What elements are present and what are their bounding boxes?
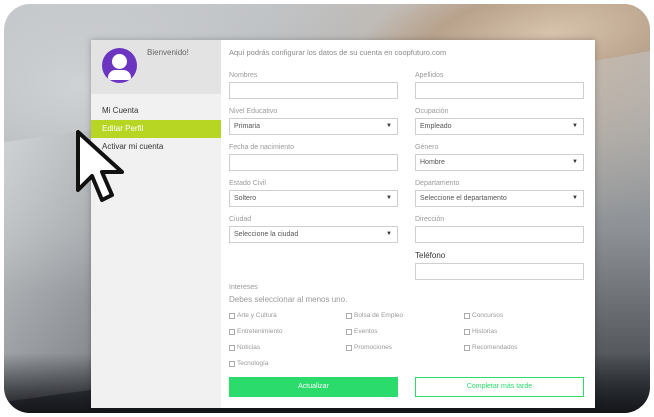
input-direccion[interactable] bbox=[415, 226, 584, 243]
interests-title: Intereses bbox=[229, 284, 258, 291]
field-fecha: Fecha de nacimiento bbox=[229, 144, 398, 171]
input-nombres[interactable] bbox=[229, 82, 398, 99]
label-fecha: Fecha de nacimiento bbox=[229, 144, 294, 151]
chevron-down-icon: ▼ bbox=[572, 123, 578, 129]
field-apellidos: Apellidos bbox=[415, 72, 584, 99]
field-departamento: Departamento Seleccione el departamento ▼ bbox=[415, 180, 584, 207]
field-estado-civil: Estado Civil Soltero ▼ bbox=[229, 180, 398, 207]
field-nivel-educativo: Nivel Educativo Primaria ▼ bbox=[229, 108, 398, 135]
label-telefono: Teléfono bbox=[415, 251, 446, 260]
checkbox-bolsa-empleo[interactable]: Bolsa de Empleo bbox=[346, 312, 403, 319]
select-genero[interactable]: Hombre ▼ bbox=[415, 154, 584, 171]
checkbox-arte-cultura[interactable]: Arte y Cultura bbox=[229, 312, 277, 319]
checkbox-icon bbox=[464, 312, 470, 319]
checkbox-concursos[interactable]: Concursos bbox=[464, 312, 503, 319]
checkbox-recomendados[interactable]: Recomendados bbox=[464, 344, 518, 351]
field-direccion: Dirección bbox=[415, 216, 584, 243]
checkbox-icon bbox=[346, 344, 352, 351]
label-genero: Género bbox=[415, 144, 439, 151]
select-departamento[interactable]: Seleccione el departamento ▼ bbox=[415, 190, 584, 207]
checkbox-icon bbox=[346, 328, 352, 335]
chevron-down-icon: ▼ bbox=[386, 195, 392, 201]
checkbox-noticias[interactable]: Noticias bbox=[229, 344, 260, 351]
label-direccion: Dirección bbox=[415, 216, 445, 223]
checkbox-label: Promociones bbox=[354, 344, 392, 351]
mouse-cursor-icon bbox=[76, 130, 124, 202]
label-ocupacion: Ocupación bbox=[415, 108, 449, 115]
chevron-down-icon: ▼ bbox=[386, 123, 392, 129]
label-apellidos: Apellidos bbox=[415, 72, 444, 79]
input-apellidos[interactable] bbox=[415, 82, 584, 99]
avatar-head bbox=[112, 54, 127, 69]
checkbox-label: Eventos bbox=[354, 328, 378, 335]
complete-later-button[interactable]: Completar más tarde bbox=[415, 377, 584, 397]
checkbox-label: Recomendados bbox=[472, 344, 518, 351]
label-ciudad: Ciudad bbox=[229, 216, 252, 223]
form-intro: Aquí podrás configurar los datos de su c… bbox=[229, 48, 447, 57]
checkbox-icon bbox=[229, 328, 235, 335]
checkbox-label: Bolsa de Empleo bbox=[354, 312, 404, 319]
select-nivel-value: Primaria bbox=[234, 123, 261, 130]
input-fecha[interactable] bbox=[229, 154, 398, 171]
select-estado[interactable]: Soltero ▼ bbox=[229, 190, 398, 207]
checkbox-icon bbox=[464, 328, 470, 335]
input-telefono[interactable] bbox=[415, 263, 584, 280]
field-ocupacion: Ocupación Empleado ▼ bbox=[415, 108, 584, 135]
profile-header: Bienvenido! bbox=[91, 40, 221, 94]
checkbox-icon bbox=[229, 344, 235, 351]
chevron-down-icon: ▼ bbox=[572, 195, 578, 201]
checkbox-label: Tecnología bbox=[237, 360, 269, 367]
label-nivel: Nivel Educativo bbox=[229, 108, 278, 115]
label-nombres: Nombres bbox=[229, 72, 258, 79]
checkbox-label: Concursos bbox=[472, 312, 504, 319]
label-estado: Estado Civil bbox=[229, 180, 266, 187]
select-genero-value: Hombre bbox=[420, 159, 445, 166]
update-button[interactable]: Actualizar bbox=[229, 377, 398, 397]
avatar-body bbox=[108, 70, 131, 80]
field-nombres: Nombres bbox=[229, 72, 398, 99]
checkbox-label: Entretenimiento bbox=[237, 328, 283, 335]
checkbox-icon bbox=[346, 312, 352, 319]
checkbox-eventos[interactable]: Eventos bbox=[346, 328, 378, 335]
welcome-text: Bienvenido! bbox=[147, 48, 189, 57]
interests-subtitle: Debes seleccionar al menos uno. bbox=[229, 295, 348, 304]
select-ocupacion-value: Empleado bbox=[420, 123, 452, 130]
select-ciudad-value: Seleccione la ciudad bbox=[234, 231, 299, 238]
checkbox-tecnologia[interactable]: Tecnología bbox=[229, 360, 268, 367]
checkbox-icon bbox=[229, 312, 235, 319]
sidebar: Bienvenido! Mi Cuenta Editar Perfil Acti… bbox=[91, 40, 221, 408]
field-genero: Género Hombre ▼ bbox=[415, 144, 584, 171]
photo-background: Bienvenido! Mi Cuenta Editar Perfil Acti… bbox=[4, 4, 650, 413]
select-estado-value: Soltero bbox=[234, 195, 257, 202]
select-ocupacion[interactable]: Empleado ▼ bbox=[415, 118, 584, 135]
chevron-down-icon: ▼ bbox=[386, 231, 392, 237]
sidebar-item-mi-cuenta[interactable]: Mi Cuenta bbox=[91, 102, 221, 120]
app-window: Bienvenido! Mi Cuenta Editar Perfil Acti… bbox=[91, 40, 595, 408]
select-nivel[interactable]: Primaria ▼ bbox=[229, 118, 398, 135]
checkbox-entretenimiento[interactable]: Entretenimiento bbox=[229, 328, 283, 335]
checkbox-icon bbox=[464, 344, 470, 351]
select-departamento-value: Seleccione el departamento bbox=[420, 195, 507, 202]
field-telefono: Teléfono bbox=[415, 251, 584, 280]
label-departamento: Departamento bbox=[415, 180, 460, 187]
checkbox-label: Historias bbox=[472, 328, 498, 335]
checkbox-label: Noticias bbox=[237, 344, 261, 351]
checkbox-historias[interactable]: Historias bbox=[464, 328, 497, 335]
select-ciudad[interactable]: Seleccione la ciudad ▼ bbox=[229, 226, 398, 243]
checkbox-icon bbox=[229, 360, 235, 367]
chevron-down-icon: ▼ bbox=[572, 159, 578, 165]
checkbox-promociones[interactable]: Promociones bbox=[346, 344, 392, 351]
profile-form: Aquí podrás configurar los datos de su c… bbox=[221, 40, 595, 408]
field-ciudad: Ciudad Seleccione la ciudad ▼ bbox=[229, 216, 398, 243]
checkbox-label: Arte y Cultura bbox=[237, 312, 277, 319]
avatar[interactable] bbox=[102, 48, 137, 83]
